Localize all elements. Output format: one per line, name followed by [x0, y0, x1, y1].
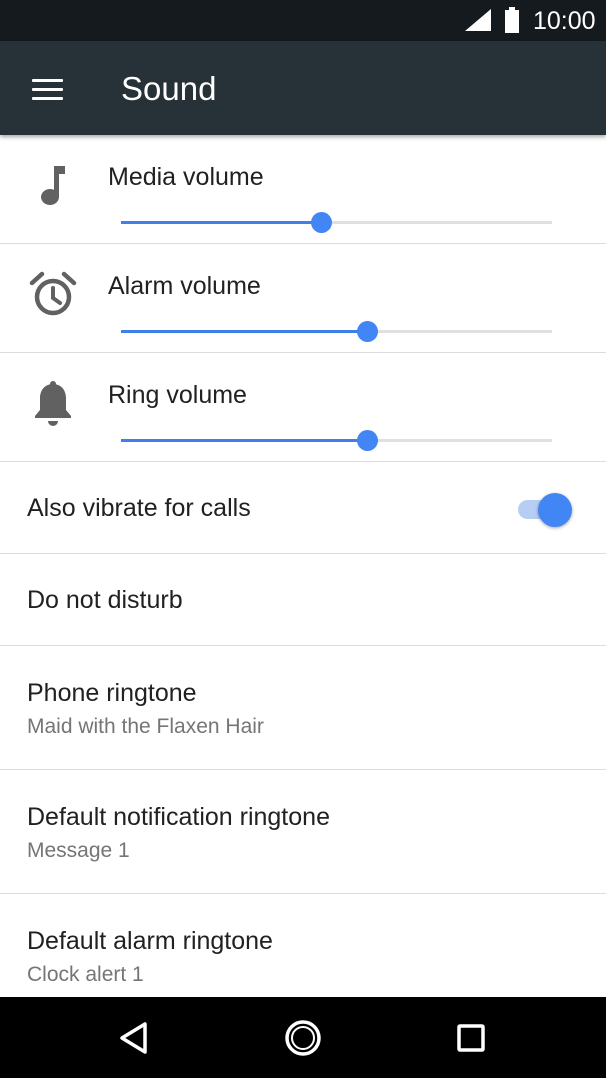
phone-ringtone-value: Maid with the Flaxen Hair [27, 715, 264, 738]
slider-thumb[interactable] [356, 430, 378, 451]
notification-ringtone-value: Message 1 [27, 839, 130, 862]
recents-icon[interactable] [448, 1015, 494, 1061]
alarm-ringtone-row[interactable]: Default alarm ringtone Clock alert 1 [0, 894, 606, 997]
ring-volume-row: Ring volume [0, 353, 606, 462]
home-icon[interactable] [280, 1015, 326, 1061]
status-bar: 10:00 [0, 0, 606, 41]
bell-icon [26, 377, 80, 431]
battery-icon [505, 7, 519, 33]
alarm-ringtone-value: Clock alert 1 [27, 963, 144, 986]
phone-ringtone-row[interactable]: Phone ringtone Maid with the Flaxen Hair [0, 646, 606, 770]
ring-volume-slider[interactable] [121, 429, 552, 453]
alarm-volume-slider[interactable] [121, 320, 552, 344]
page-title: Sound [121, 70, 217, 107]
vibrate-toggle[interactable] [516, 491, 574, 527]
alarm-ringtone-label: Default alarm ringtone [27, 927, 273, 955]
do-not-disturb-label: Do not disturb [27, 586, 183, 614]
slider-fill [121, 330, 367, 333]
vibrate-for-calls-row[interactable]: Also vibrate for calls [0, 462, 606, 554]
slider-thumb[interactable] [356, 321, 378, 342]
slider-fill [121, 221, 322, 224]
alarm-clock-icon [26, 268, 80, 322]
back-icon[interactable] [111, 1015, 157, 1061]
hamburger-menu-icon[interactable] [22, 65, 72, 111]
do-not-disturb-row[interactable]: Do not disturb [0, 554, 606, 646]
settings-list[interactable]: Media volume Alarm volume Ring volume Al… [0, 135, 606, 997]
app-bar: Sound [0, 41, 606, 135]
slider-fill [121, 439, 367, 442]
alarm-volume-label: Alarm volume [108, 272, 261, 300]
notification-ringtone-row[interactable]: Default notification ringtone Message 1 [0, 770, 606, 894]
ring-volume-label: Ring volume [108, 381, 247, 409]
vibrate-for-calls-label: Also vibrate for calls [27, 494, 251, 522]
toggle-thumb [538, 493, 572, 527]
media-volume-label: Media volume [108, 163, 264, 191]
media-volume-row: Media volume [0, 135, 606, 244]
cell-signal-icon [465, 9, 491, 31]
phone-ringtone-label: Phone ringtone [27, 679, 197, 707]
alarm-volume-row: Alarm volume [0, 244, 606, 353]
slider-thumb[interactable] [311, 212, 333, 233]
media-volume-slider[interactable] [121, 211, 552, 235]
status-time: 10:00 [533, 7, 596, 35]
navigation-bar [0, 997, 606, 1078]
notification-ringtone-label: Default notification ringtone [27, 803, 330, 831]
music-note-icon [26, 159, 80, 213]
